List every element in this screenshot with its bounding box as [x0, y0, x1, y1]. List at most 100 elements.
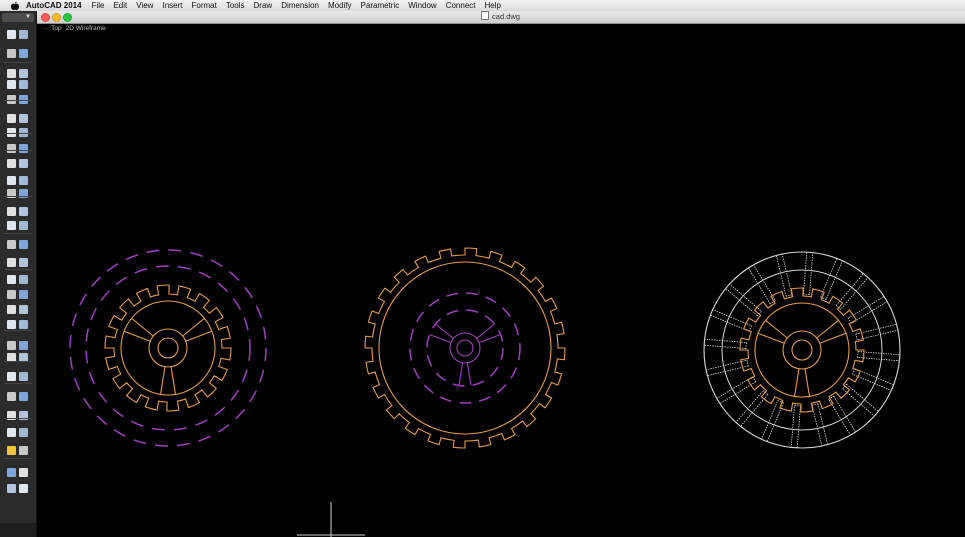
menu-file[interactable]: File	[92, 1, 105, 10]
mirror-icon[interactable]	[19, 159, 28, 168]
menu-dimension[interactable]: Dimension	[281, 1, 319, 10]
sphere-icon[interactable]	[19, 305, 28, 314]
circle-icon[interactable]	[7, 144, 16, 153]
menu-connect[interactable]: Connect	[446, 1, 476, 10]
ring-inner-circle	[378, 261, 552, 435]
zoom-icon[interactable]	[7, 468, 16, 477]
window-title-bar[interactable]: cad.dwg	[36, 11, 965, 24]
select-icon[interactable]	[7, 30, 16, 39]
hub-circle	[148, 328, 188, 368]
hatched-bar	[811, 403, 829, 447]
menu-tools[interactable]: Tools	[226, 1, 245, 10]
cube-icon[interactable]	[19, 69, 28, 78]
box-icon[interactable]	[19, 290, 28, 299]
dashed-outer-ring	[69, 249, 267, 447]
render-icon[interactable]	[19, 428, 28, 437]
palette-divider	[4, 100, 32, 101]
move-icon[interactable]	[7, 258, 16, 267]
spoke-line	[131, 317, 154, 337]
document-icon	[481, 11, 490, 20]
rotate-icon[interactable]	[7, 159, 16, 168]
zoom-icon[interactable]	[19, 221, 28, 230]
bore-circle	[157, 337, 179, 359]
dimension-icon[interactable]	[19, 207, 28, 216]
undo-icon[interactable]	[19, 49, 28, 58]
menu-view[interactable]: View	[136, 1, 153, 10]
mirror-icon[interactable]	[7, 392, 16, 401]
rim-inner-circle	[120, 300, 216, 396]
gear-teeth-outline	[104, 284, 232, 412]
spoke-line	[804, 368, 811, 397]
cylinder-icon[interactable]	[7, 320, 16, 329]
move-icon[interactable]	[19, 484, 28, 493]
wheel-outer-circle	[703, 251, 901, 449]
spoke-line	[458, 362, 464, 386]
palette-divider	[4, 418, 32, 419]
rectangle-icon[interactable]	[7, 372, 16, 381]
dashed-rim-ring	[426, 309, 504, 387]
hatched-bar	[835, 273, 869, 310]
gear-part-center[interactable]	[364, 247, 566, 449]
rotate-icon[interactable]	[19, 372, 28, 381]
rim-inner-circle	[754, 302, 850, 398]
trim-icon[interactable]	[19, 392, 28, 401]
menu-window[interactable]: Window	[408, 1, 436, 10]
palette-footer	[0, 523, 36, 537]
select-icon[interactable]	[7, 484, 16, 493]
render-icon[interactable]	[7, 207, 16, 216]
cad-drawing-canvas[interactable]	[37, 24, 965, 537]
hatched-bar	[705, 359, 749, 377]
palette-divider	[4, 269, 32, 270]
hatched-bar	[803, 251, 814, 295]
pan-icon[interactable]	[19, 468, 28, 477]
trim-icon[interactable]	[7, 176, 16, 185]
drawing-viewport[interactable]: - Top 2D Wireframe	[37, 24, 965, 537]
light-icon[interactable]	[7, 428, 16, 437]
add-icon[interactable]	[19, 258, 28, 267]
rectangle-icon[interactable]	[19, 144, 28, 153]
apple-icon[interactable]	[10, 1, 20, 11]
chevron-down-icon[interactable]: ▼	[25, 14, 31, 20]
menu-draw[interactable]: Draw	[254, 1, 273, 10]
spoke-line	[819, 332, 847, 344]
undo-icon[interactable]	[7, 275, 16, 284]
spoke-line	[757, 332, 785, 344]
wedge-icon[interactable]	[7, 305, 16, 314]
redo-icon[interactable]	[7, 69, 16, 78]
pan-icon[interactable]	[7, 240, 16, 249]
spoke-line	[159, 366, 166, 395]
loft-icon[interactable]	[19, 114, 28, 123]
menu-parametric[interactable]: Parametric	[361, 1, 400, 10]
wedge-icon[interactable]	[19, 80, 28, 89]
line-icon[interactable]	[19, 341, 28, 350]
spoke-line	[466, 362, 472, 386]
add-icon[interactable]	[7, 49, 16, 58]
palette-header[interactable]: ▼	[2, 13, 34, 22]
menu-format[interactable]: Format	[191, 1, 216, 10]
menu-edit[interactable]: Edit	[113, 1, 127, 10]
menu-help[interactable]: Help	[484, 1, 500, 10]
hatched-bar	[775, 253, 793, 297]
hatched-bar	[716, 376, 757, 405]
loft-icon[interactable]	[7, 341, 16, 350]
extrude-icon[interactable]	[7, 114, 16, 123]
cube-icon[interactable]	[7, 290, 16, 299]
hub-circle	[782, 330, 822, 370]
menu-modify[interactable]: Modify	[328, 1, 352, 10]
gear-part-left[interactable]	[69, 249, 267, 447]
select-icon[interactable]	[19, 240, 28, 249]
box-icon[interactable]	[7, 80, 16, 89]
extrude-icon[interactable]	[19, 320, 28, 329]
dimension-icon[interactable]	[7, 446, 16, 455]
menu-insert[interactable]: Insert	[162, 1, 182, 10]
fillet-icon[interactable]	[19, 176, 28, 185]
redo-icon[interactable]	[19, 275, 28, 284]
gear-teeth-outline	[739, 287, 865, 413]
measure-icon[interactable]	[19, 446, 28, 455]
spoke-line	[123, 330, 151, 342]
app-menu[interactable]: AutoCAD 2014	[26, 1, 82, 10]
measure-icon[interactable]	[7, 221, 16, 230]
move-icon[interactable]	[19, 30, 28, 39]
palette-divider	[4, 150, 32, 151]
gear-part-right[interactable]	[703, 251, 901, 449]
